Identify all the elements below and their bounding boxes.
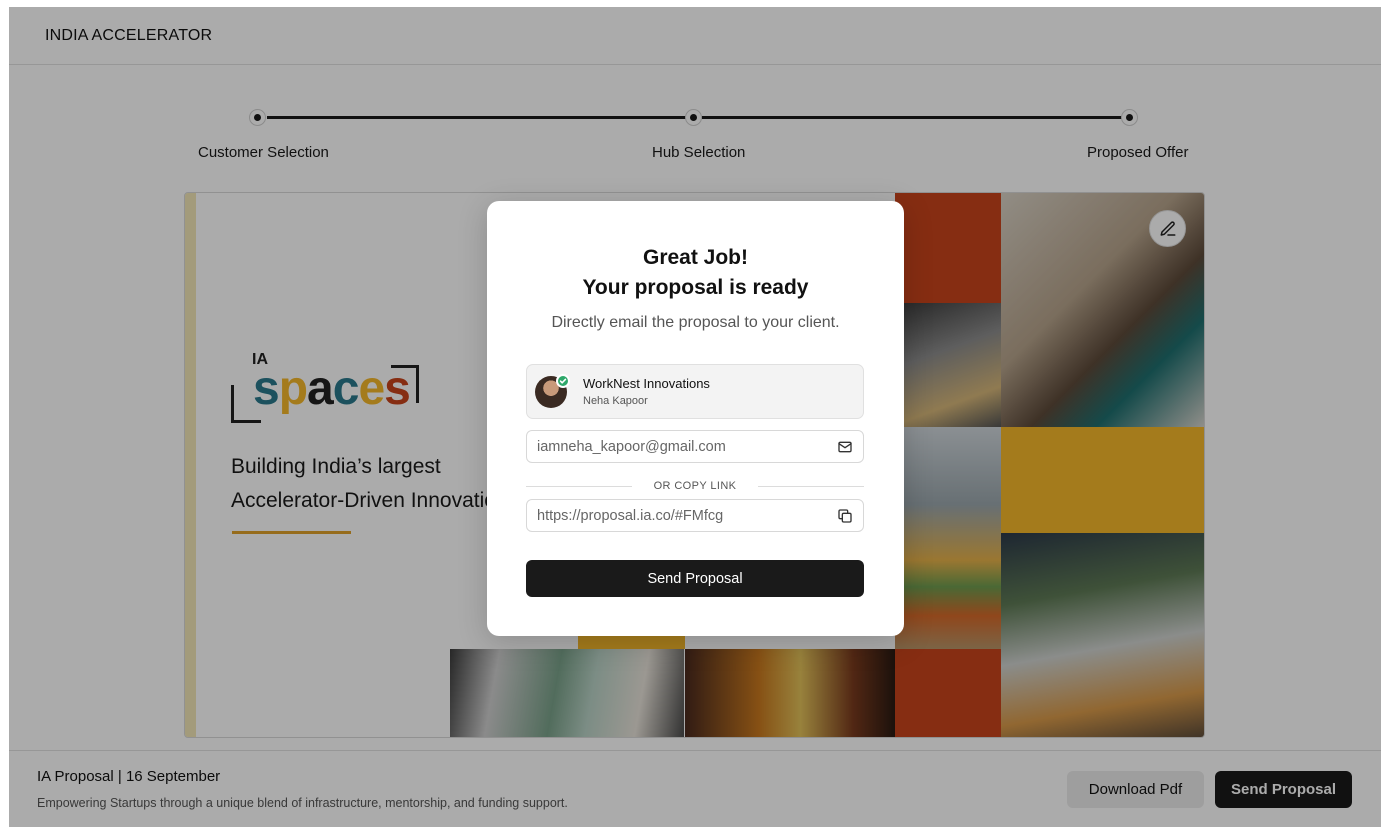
email-field[interactable] xyxy=(526,430,864,463)
client-contact-name: Neha Kapoor xyxy=(583,395,648,407)
email-input[interactable] xyxy=(537,431,822,462)
verified-check-icon xyxy=(556,374,570,388)
modal-title-line-2: Your proposal is ready xyxy=(582,276,809,299)
link-field[interactable] xyxy=(526,499,864,532)
proposal-ready-modal: Great Job! Your proposal is ready Direct… xyxy=(487,201,904,636)
client-company: WorkNest Innovations xyxy=(583,376,710,391)
mail-icon[interactable] xyxy=(837,439,853,455)
copy-icon[interactable] xyxy=(837,508,853,524)
link-input[interactable] xyxy=(537,500,822,531)
client-card: WorkNest Innovations Neha Kapoor xyxy=(526,364,864,419)
app-frame: INDIA ACCELERATOR Customer Selection Hub… xyxy=(9,7,1381,827)
or-divider: OR COPY LINK xyxy=(526,480,864,492)
modal-title: Great Job! Your proposal is ready xyxy=(487,243,904,303)
modal-title-line-1: Great Job! xyxy=(642,246,749,269)
send-proposal-button[interactable]: Send Proposal xyxy=(526,560,864,597)
divider-text: OR COPY LINK xyxy=(653,480,737,492)
modal-subtitle: Directly email the proposal to your clie… xyxy=(551,314,840,331)
